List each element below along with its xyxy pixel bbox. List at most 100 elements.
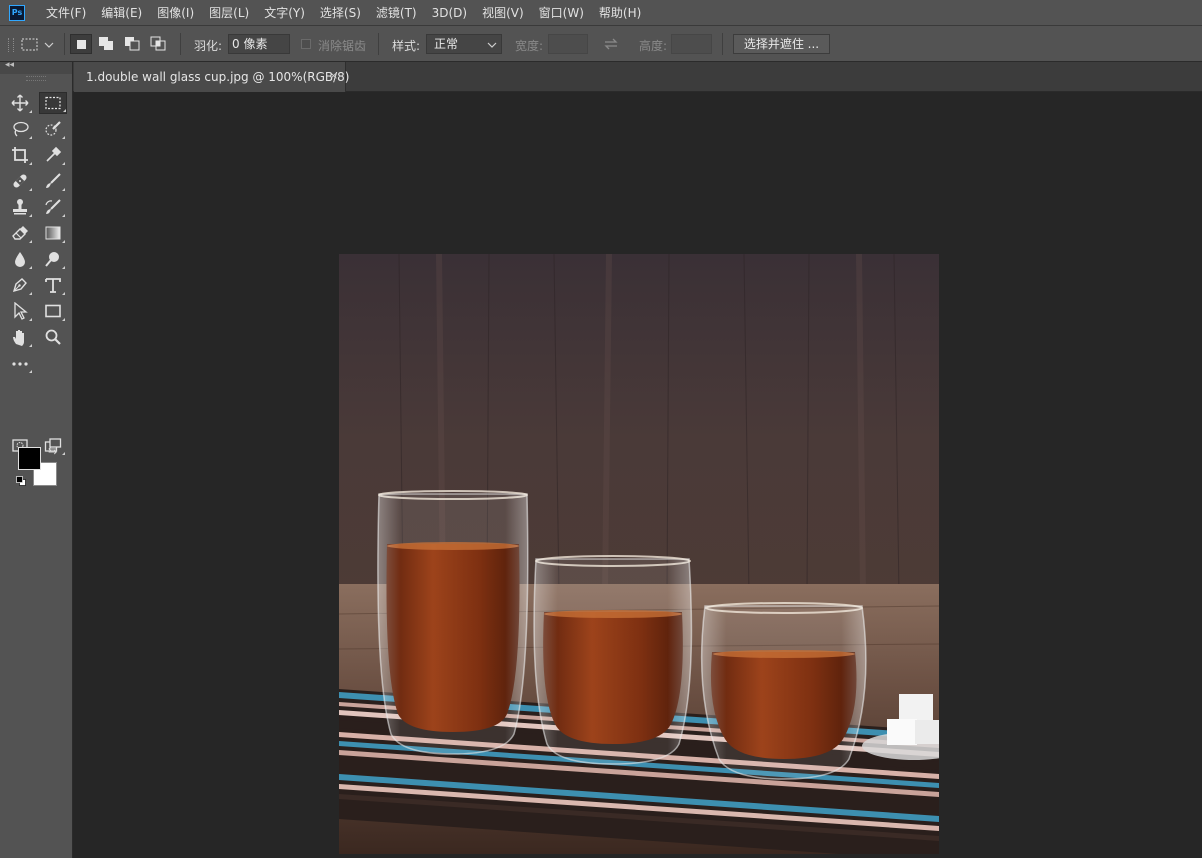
menu-edit[interactable]: 编辑(E) [101,4,142,21]
document-image[interactable] [339,254,939,854]
antialias-label: 消除锯齿 [318,39,367,53]
magnifier-icon [45,329,61,345]
tool-preset-picker[interactable] [20,34,60,54]
history-brush-tool[interactable] [41,196,65,218]
document-tab-bar: 1.double wall glass cup.jpg @ 100%(RGB/8… [73,62,1202,92]
gradient-tool[interactable] [41,222,65,244]
menu-help[interactable]: 帮助(H) [599,4,641,21]
rectangle-tool[interactable] [41,300,65,322]
move-icon [11,94,29,112]
canvas-workspace[interactable] [73,92,1202,858]
water-drop-icon [15,252,25,267]
style-select-value: 正常 [434,37,459,51]
height-label: 高度: [639,39,668,53]
swap-arrows-icon [604,38,618,50]
style-select[interactable]: 正常 [426,34,502,54]
menu-window[interactable]: 窗口(W) [539,4,584,21]
lasso-tool[interactable] [8,118,32,140]
clone-stamp-tool[interactable] [8,196,32,218]
eyedropper-tool[interactable] [41,144,65,166]
type-t-icon [45,278,61,293]
glass-tall [377,490,529,755]
glass-medium [533,555,693,765]
menu-file[interactable]: 文件(F) [46,4,86,21]
width-label: 宽度: [515,39,544,53]
path-selection-tool[interactable] [8,300,32,322]
screen-mode-icon [44,438,62,452]
antialias-checkbox[interactable] [301,39,311,49]
default-colors-icon[interactable] [16,476,26,486]
history-brush-icon [45,199,61,214]
document-tab-title: 1.double wall glass cup.jpg @ 100%(RGB/8… [86,70,350,84]
select-and-mask-button[interactable]: 选择并遮住 ... [733,34,830,54]
pen-icon [12,278,27,293]
crop-icon [12,147,28,163]
marquee-icon [45,96,61,110]
tools-grip [26,76,46,81]
close-tab-icon[interactable]: × [329,69,338,82]
intersect-selection-button[interactable] [148,34,170,54]
zoom-tool[interactable] [41,326,65,348]
menu-select[interactable]: 选择(S) [320,4,361,21]
stamp-icon [13,199,27,215]
menu-type[interactable]: 文字(Y) [264,4,305,21]
add-to-selection-button[interactable] [96,34,118,54]
eraser-icon [12,226,28,240]
brush-icon [46,173,61,188]
rectangle-icon [45,304,61,318]
quick-selection-icon [45,121,61,136]
separator [722,33,723,55]
chevron-down-icon [487,42,497,48]
crop-tool[interactable] [8,144,32,166]
menu-view[interactable]: 视图(V) [482,4,524,21]
menu-filter[interactable]: 滤镜(T) [376,4,417,21]
collapse-panel-icon[interactable]: ◂◂ [5,60,14,70]
menu-layer[interactable]: 图层(L) [209,4,249,21]
gradient-icon [45,226,61,240]
menu-bar: Ps 文件(F) 编辑(E) 图像(I) 图层(L) 文字(Y) 选择(S) 滤… [0,0,1202,26]
glass-short [700,602,867,780]
eyedropper-icon [46,146,62,162]
style-label: 样式: [392,39,421,53]
type-tool[interactable] [41,274,65,296]
options-bar: 羽化: 0 像素 消除锯齿 样式: 正常 宽度: 高度: 选择并遮住 ... [0,26,1202,62]
hand-icon [13,330,24,346]
hand-tool[interactable] [8,326,32,348]
menu-3d[interactable]: 3D(D) [432,6,467,20]
move-tool[interactable] [8,92,32,114]
feather-label: 羽化: [194,39,223,53]
swap-dimensions-button[interactable] [602,36,620,52]
separator [64,33,65,55]
menu-image[interactable]: 图像(I) [157,4,194,21]
edit-toolbar-button[interactable] [8,352,32,374]
quick-selection-tool[interactable] [41,118,65,140]
healing-brush-tool[interactable] [8,170,32,192]
options-grip [8,38,14,52]
height-input[interactable] [671,34,712,54]
rectangular-marquee-tool[interactable] [39,92,67,114]
subtract-selection-icon [125,37,140,51]
dodge-icon [45,252,59,267]
width-input[interactable] [548,34,588,54]
dodge-tool[interactable] [41,248,65,270]
tools-panel-header: ◂◂ [0,60,72,74]
more-dots-icon [12,362,28,366]
new-selection-button[interactable] [70,34,92,54]
lasso-icon [13,121,29,137]
bandage-icon [13,174,27,188]
eraser-tool[interactable] [8,222,32,244]
foreground-color-swatch[interactable] [18,447,41,470]
arrow-cursor-icon [14,302,28,320]
new-selection-icon [77,40,86,49]
subtract-selection-button[interactable] [122,34,144,54]
separator [378,33,379,55]
blur-tool[interactable] [8,248,32,270]
screen-mode-button[interactable] [41,434,65,456]
document-tab[interactable]: 1.double wall glass cup.jpg @ 100%(RGB/8… [74,62,350,92]
feather-input[interactable]: 0 像素 [228,34,290,54]
photoshop-logo-icon: Ps [9,4,25,21]
separator [180,33,181,55]
add-selection-icon [99,37,113,50]
brush-tool[interactable] [41,170,65,192]
pen-tool[interactable] [8,274,32,296]
